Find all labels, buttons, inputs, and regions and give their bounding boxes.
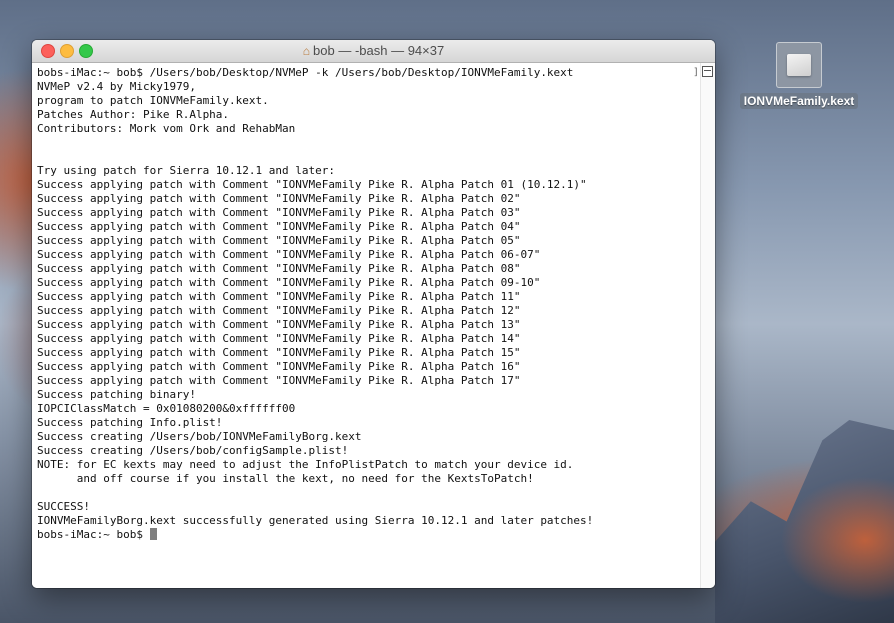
desktop-file-icon[interactable]: IONVMeFamily.kext: [736, 42, 862, 110]
terminal-line: Success applying patch with Comment "ION…: [37, 304, 521, 317]
terminal-line: Success patching Info.plist!: [37, 416, 223, 429]
window-title: ⌂ bob — -bash — 94×37: [32, 43, 715, 58]
terminal-line: Success applying patch with Comment "ION…: [37, 178, 587, 191]
terminal-line: Success patching binary!: [37, 388, 196, 401]
terminal-line: Success creating /Users/bob/configSample…: [37, 444, 349, 457]
terminal-line: IOPCIClassMatch = 0x01080200&0xffffff00: [37, 402, 296, 415]
terminal-line: Success applying patch with Comment "ION…: [37, 206, 521, 219]
title-bar[interactable]: ⌂ bob — -bash — 94×37: [32, 40, 715, 63]
terminal-line: Try using patch for Sierra 10.12.1 and l…: [37, 164, 336, 177]
text-cursor: [149, 528, 157, 540]
terminal-line: NOTE: for EC kexts may need to adjust th…: [37, 458, 574, 471]
terminal-line: Success creating /Users/bob/IONVMeFamily…: [37, 430, 362, 443]
terminal-line: Success applying patch with Comment "ION…: [37, 332, 521, 345]
terminal-line: Success applying patch with Comment "ION…: [37, 262, 521, 275]
terminal-line: program to patch IONVMeFamily.kext.: [37, 94, 269, 107]
terminal-line: Success applying patch with Comment "ION…: [37, 248, 541, 261]
terminal-line: Success applying patch with Comment "ION…: [37, 276, 541, 289]
terminal-line: NVMeP v2.4 by Micky1979,: [37, 80, 196, 93]
terminal-line: Success applying patch with Comment "ION…: [37, 192, 521, 205]
terminal-line: bobs-iMac:~ bob$ /Users/bob/Desktop/NVMe…: [37, 66, 574, 79]
kext-bundle-icon: [776, 42, 822, 88]
terminal-line: Patches Author: Pike R.Alpha.: [37, 108, 230, 121]
desktop-wallpaper-mountain: [715, 420, 894, 623]
terminal-line: IONVMeFamilyBorg.kext successfully gener…: [37, 514, 594, 527]
scroll-marker-icon: ]: [692, 67, 699, 78]
terminal-prompt: bobs-iMac:~ bob$: [37, 528, 150, 541]
terminal-output[interactable]: bobs-iMac:~ bob$ /Users/bob/Desktop/NVMe…: [32, 63, 701, 588]
terminal-line: Success applying patch with Comment "ION…: [37, 220, 521, 233]
home-icon: ⌂: [302, 44, 311, 58]
terminal-line: Success applying patch with Comment "ION…: [37, 346, 521, 359]
split-pane-icon[interactable]: [702, 66, 713, 77]
terminal-prompt-line[interactable]: bobs-iMac:~ bob$: [37, 528, 696, 542]
terminal-line: Success applying patch with Comment "ION…: [37, 318, 521, 331]
terminal-line: Contributors: Mork vom Ork and RehabMan: [37, 122, 296, 135]
terminal-line: Success applying patch with Comment "ION…: [37, 360, 521, 373]
scrollbar[interactable]: [700, 63, 715, 588]
desktop-file-label: IONVMeFamily.kext: [739, 93, 859, 109]
terminal-line: Success applying patch with Comment "ION…: [37, 290, 521, 303]
terminal-window: ⌂ bob — -bash — 94×37 bobs-iMac:~ bob$ /U…: [32, 40, 715, 588]
terminal-line: Success applying patch with Comment "ION…: [37, 374, 521, 387]
terminal-line: SUCCESS!: [37, 500, 90, 513]
window-title-text: bob — -bash — 94×37: [313, 43, 445, 58]
terminal-line: Success applying patch with Comment "ION…: [37, 234, 521, 247]
terminal-line: and off course if you install the kext, …: [37, 472, 534, 485]
